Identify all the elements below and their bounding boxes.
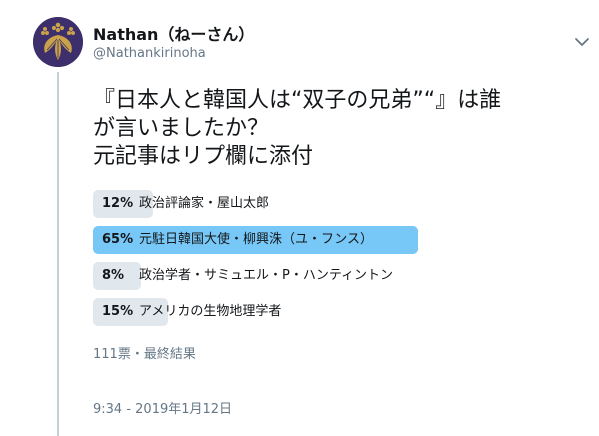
thread-line: [57, 72, 59, 436]
timestamp[interactable]: 9:34 - 2019年1月12日: [93, 398, 232, 417]
paulownia-crest-icon: [33, 17, 83, 67]
poll-option-label: 政治評論家・屋山太郎: [139, 196, 270, 211]
tweet-text-line: が言いましたか？: [93, 116, 270, 141]
poll-option: 8% 政治学者・サミュエル・P・ハンティントン: [93, 262, 563, 290]
screen-name[interactable]: @Nathankirinoha: [93, 46, 206, 61]
tweet-text-line: 『日本人と韓国人は“双子の兄弟”“』は誰: [93, 88, 502, 113]
poll-percent: 8%: [102, 268, 125, 283]
poll-option: 15% アメリカの生物地理学者: [93, 298, 563, 326]
poll-percent: 12%: [102, 196, 134, 211]
tweet-card: Nathan（ねーさん） @Nathankirinoha 『日本人と韓国人は“双…: [0, 0, 599, 436]
avatar[interactable]: [33, 17, 83, 67]
chevron-down-icon[interactable]: [574, 36, 590, 48]
poll-option-label: 政治学者・サミュエル・P・ハンティントン: [139, 268, 394, 283]
display-name[interactable]: Nathan（ねーさん）: [93, 21, 254, 45]
tweet-text: 『日本人と韓国人は“双子の兄弟”“』は誰 が言いましたか？ 元記事はリプ欄に添付: [93, 87, 593, 171]
poll-option-label: 元駐日韓国大使・柳興洙（ユ・フンス）: [139, 232, 374, 247]
poll-option-label: アメリカの生物地理学者: [139, 304, 282, 319]
tweet-text-line: 元記事はリプ欄に添付: [93, 144, 314, 169]
poll-percent: 65%: [102, 232, 134, 247]
poll-footer: 111票・最終結果: [93, 347, 196, 362]
poll-option: 12% 政治評論家・屋山太郎: [93, 190, 563, 218]
poll-option: 65% 元駐日韓国大使・柳興洙（ユ・フンス）: [93, 226, 563, 254]
poll-percent: 15%: [102, 304, 134, 319]
